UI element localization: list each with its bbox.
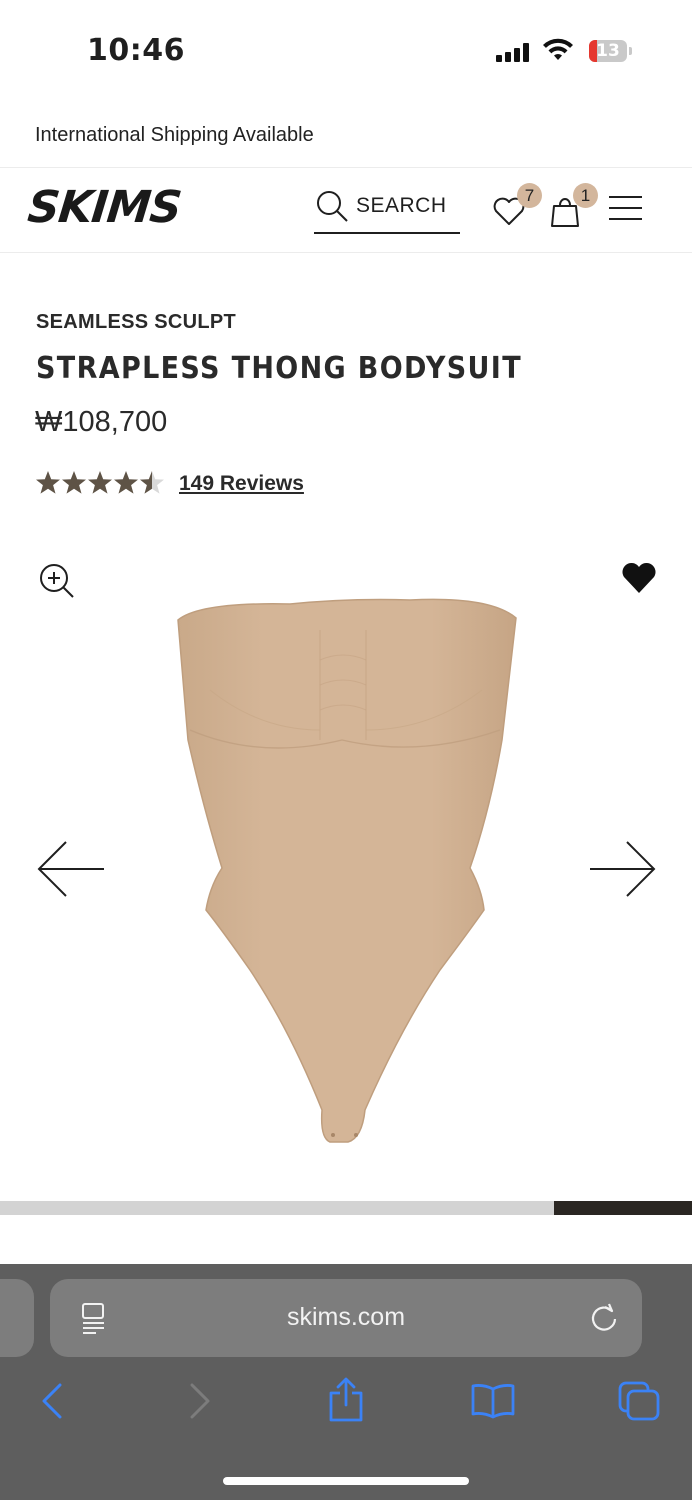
zoom-in-icon[interactable]: [38, 562, 76, 600]
star-icon: [114, 471, 138, 494]
wishlist-count-badge: 7: [517, 183, 542, 208]
tabs-icon[interactable]: [617, 1380, 661, 1422]
battery-percent: 13: [596, 41, 620, 61]
back-icon[interactable]: [40, 1383, 64, 1419]
search-button[interactable]: SEARCH: [314, 186, 460, 234]
battery-indicator: 13: [589, 40, 627, 62]
gallery-progress-fill: [553, 1201, 692, 1215]
reload-icon[interactable]: [590, 1302, 618, 1332]
search-icon: [317, 191, 348, 222]
forward-icon[interactable]: [188, 1383, 212, 1419]
arrow-left-icon[interactable]: [36, 840, 106, 898]
menu-icon[interactable]: [609, 196, 642, 229]
share-icon[interactable]: [327, 1377, 365, 1423]
status-time: 10:46: [87, 33, 185, 68]
heart-filled-icon[interactable]: [621, 561, 657, 595]
rating-stars[interactable]: [35, 470, 167, 496]
home-indicator: [223, 1477, 469, 1485]
star-icon: [62, 471, 86, 494]
arrow-right-icon[interactable]: [588, 840, 658, 898]
shipping-banner[interactable]: International Shipping Available: [35, 124, 314, 147]
bag-count-badge: 1: [573, 183, 598, 208]
product-collection[interactable]: SEAMLESS SCULPT: [36, 311, 236, 334]
star-icon: [36, 471, 60, 494]
search-label: SEARCH: [356, 194, 447, 217]
product-title: STRAPLESS THONG BODYSUIT: [36, 351, 522, 386]
reviews-link[interactable]: 149 Reviews: [179, 472, 304, 496]
url-text[interactable]: skims.com: [0, 1303, 692, 1332]
wifi-icon: [543, 38, 573, 60]
skims-logo[interactable]: SKIMS: [25, 182, 183, 233]
star-icon: [88, 471, 112, 494]
cellular-signal-icon: [496, 42, 532, 62]
product-price: ₩108,700: [35, 406, 168, 438]
header-divider: [0, 252, 692, 253]
bookmarks-icon[interactable]: [470, 1383, 516, 1419]
battery-nub: [629, 47, 632, 55]
banner-divider: [0, 167, 692, 168]
product-image[interactable]: [170, 590, 522, 1150]
gallery-progress-bar: [0, 1201, 692, 1215]
